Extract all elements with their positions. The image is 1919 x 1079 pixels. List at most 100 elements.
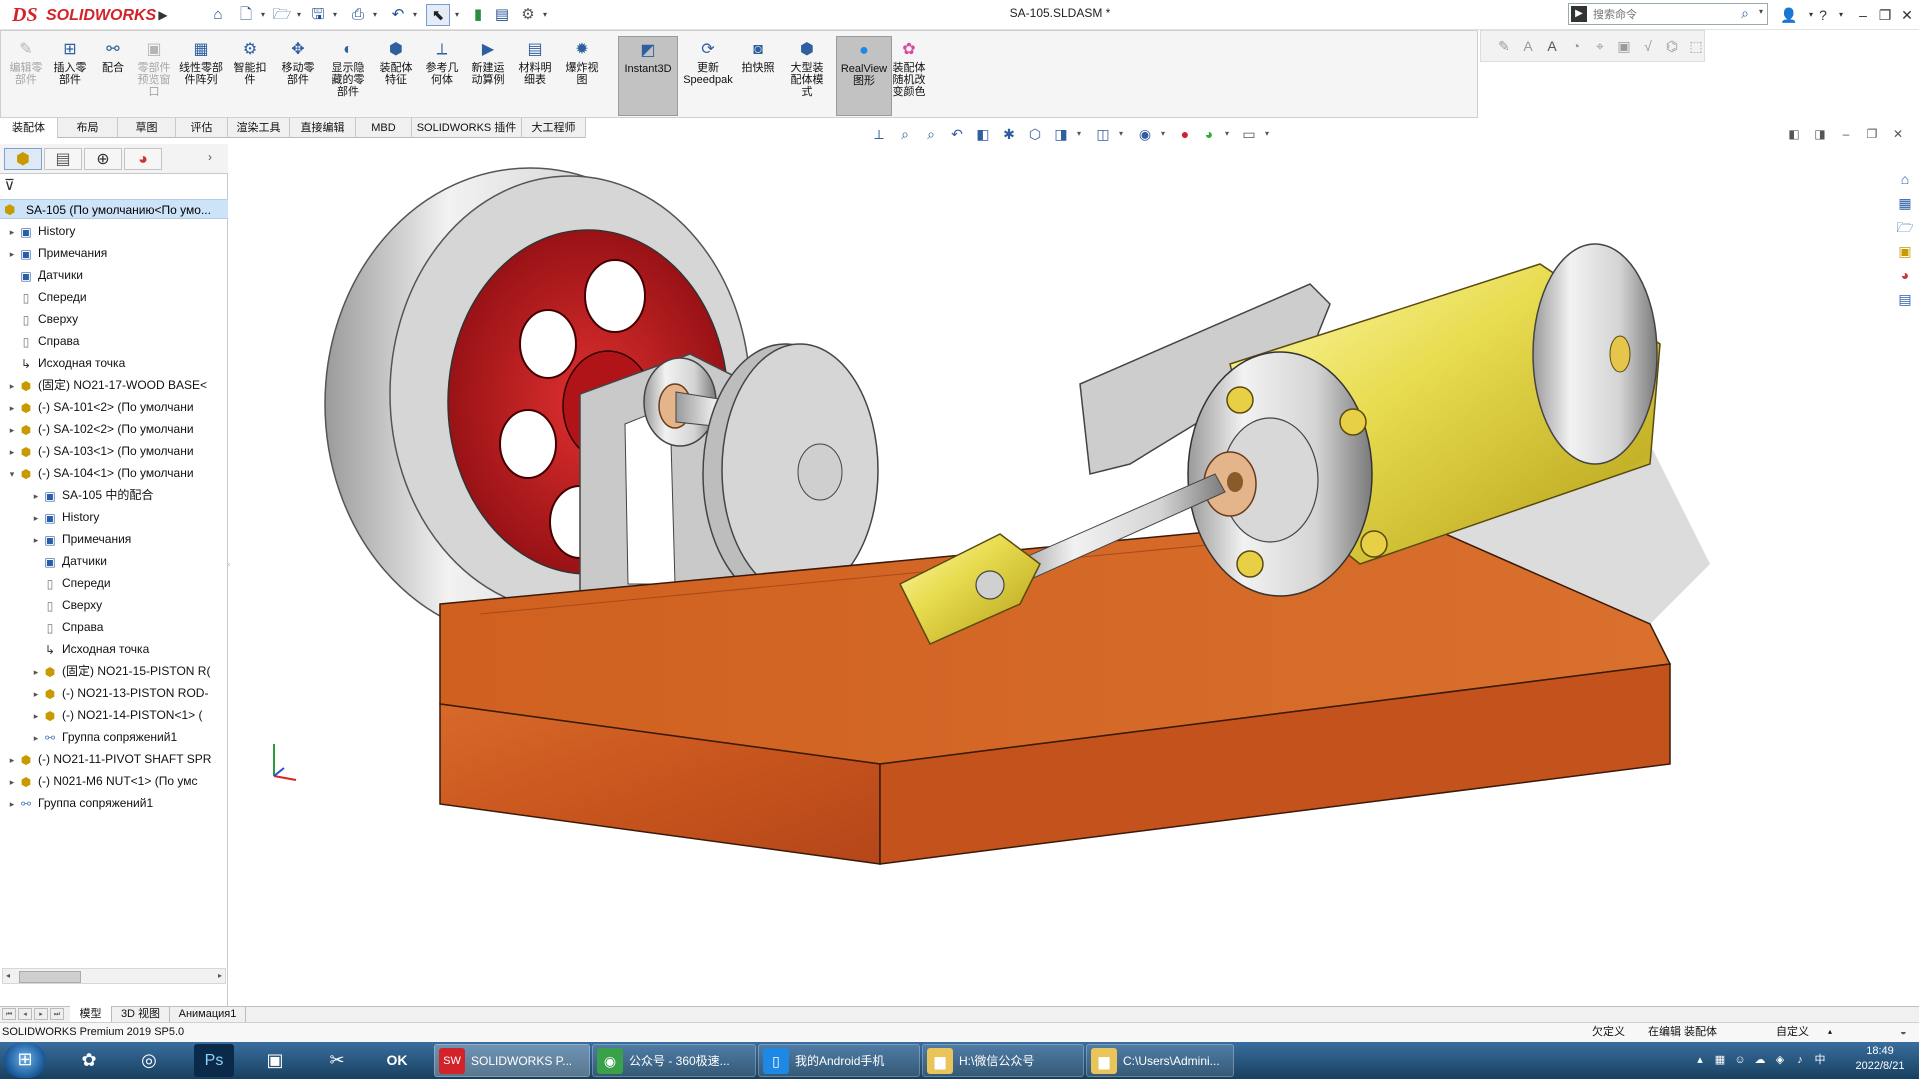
tree-item[interactable]: ▸ ▣ SA-105 中的配合 xyxy=(30,484,226,506)
pinned-app-icon-1[interactable]: ✿ xyxy=(64,1044,114,1077)
search-icon[interactable]: ⌕ xyxy=(1741,5,1749,22)
tree-item[interactable]: ▯ Справа xyxy=(6,330,226,352)
bottom-tab-2[interactable]: Анимация1 xyxy=(170,1006,246,1022)
cmd-button-13[interactable]: ◩ Instant3D xyxy=(618,36,678,116)
tree-item[interactable]: ▸ ⬢ (-) SA-103<1> (По умолчани xyxy=(6,440,226,462)
realview-scene-icon[interactable]: ◕ xyxy=(1198,124,1220,144)
expand-toggle-icon[interactable]: ▸ xyxy=(30,705,42,726)
tree-item[interactable]: ▾ ⬢ (-) SA-104<1> (По умолчани xyxy=(6,462,226,484)
cmd-button-5[interactable]: ⚙ 智能扣 件 xyxy=(228,36,272,116)
cmd-button-15[interactable]: ◙ 拍快照 xyxy=(738,36,778,116)
scene-dropdown-icon[interactable]: ▾ xyxy=(1222,124,1232,144)
panel-expand-icon[interactable]: › xyxy=(208,150,222,170)
text-icon[interactable]: A xyxy=(1542,36,1562,56)
new-document-icon[interactable]: 🗋 xyxy=(234,4,258,26)
display-style-dropdown-icon[interactable]: ▾ xyxy=(1074,124,1084,144)
viewport-minimize-icon[interactable]: – xyxy=(1836,124,1856,144)
restore-window-icon[interactable]: ❐ xyxy=(1874,4,1896,26)
dynamic-annotation-icon[interactable]: ✱ xyxy=(998,124,1020,144)
new-dropdown-icon[interactable]: ▾ xyxy=(258,4,268,26)
tree-item[interactable]: ▸ ⬢ (-) N021-M6 NUT<1> (По умс xyxy=(6,770,226,792)
tray-cloud-icon[interactable]: ☁ xyxy=(1752,1052,1768,1068)
scroll-left-icon[interactable]: ◂ xyxy=(6,969,10,983)
unit-system[interactable]: 自定义 xyxy=(1776,1024,1809,1040)
tree-item[interactable]: ▸ ⬢ (-) NO21-13-PISTON ROD- xyxy=(30,682,226,704)
cmd-button-12[interactable]: ✹ 爆炸视 图 xyxy=(560,36,604,116)
cmd-button-8[interactable]: ⬢ 装配体 特征 xyxy=(374,36,418,116)
tree-item[interactable]: ▸ ▣ Примечания xyxy=(6,242,226,264)
select-arrow-icon[interactable]: ⬉ xyxy=(426,4,450,26)
expand-toggle-icon[interactable]: ▸ xyxy=(6,375,18,396)
solidworks-logo[interactable]: DS SOLIDWORKS xyxy=(4,2,156,28)
photoshop-icon[interactable]: Ps xyxy=(194,1044,234,1077)
tree-item[interactable]: ▸ ⬢ (固定) NO21-15-PISTON R( xyxy=(30,660,226,682)
display-style-icon[interactable]: ◨ xyxy=(1050,124,1072,144)
tray-qq-icon[interactable]: ☺ xyxy=(1732,1052,1748,1068)
pinned-photo-icon[interactable]: ▣ xyxy=(250,1044,300,1077)
pinned-tool-icon[interactable]: ✂ xyxy=(312,1044,362,1077)
tree-item[interactable]: ▸ ⬢ (固定) NO21-17-WOOD BASE< xyxy=(6,374,226,396)
appearances-icon[interactable]: ◕ xyxy=(1894,264,1916,286)
filter-icon[interactable]: ⊽ xyxy=(4,176,34,196)
user-account-icon[interactable]: 👤 xyxy=(1778,4,1800,26)
print-icon[interactable]: ⎙ xyxy=(346,4,370,26)
expand-toggle-icon[interactable]: ▸ xyxy=(30,661,42,682)
tree-item[interactable]: ▸ ⬢ (-) SA-102<2> (По умолчани xyxy=(6,418,226,440)
expand-toggle-icon[interactable]: ▸ xyxy=(6,749,18,770)
expand-toggle-icon[interactable]: ▸ xyxy=(6,221,18,242)
expand-toggle-icon[interactable]: ▸ xyxy=(30,529,42,550)
undo-icon[interactable]: ↶ xyxy=(386,4,410,26)
tree-item[interactable]: ↳ Исходная точка xyxy=(6,352,226,374)
start-button[interactable]: ⊞ xyxy=(4,1043,46,1078)
options-dropdown-icon[interactable]: ▾ xyxy=(540,4,550,26)
pinned-app-icon-2[interactable]: OK xyxy=(372,1044,422,1077)
tab-2[interactable]: 草图 xyxy=(118,118,176,138)
edit-appearance-icon[interactable]: ◉ xyxy=(1134,124,1156,144)
minimize-window-icon[interactable]: – xyxy=(1852,4,1874,26)
tray-speaker-icon[interactable]: ♪ xyxy=(1792,1052,1808,1068)
tab-prev-icon[interactable]: ◂ xyxy=(18,1008,32,1020)
expand-toggle-icon[interactable]: ▾ xyxy=(6,463,18,484)
print-dropdown-icon[interactable]: ▾ xyxy=(370,4,380,26)
tab-1[interactable]: 布局 xyxy=(58,118,118,138)
cmd-button-14[interactable]: ⟳ 更新 Speedpak xyxy=(680,36,736,116)
expand-toggle-icon[interactable]: ▸ xyxy=(6,397,18,418)
rebuild-icon[interactable]: ▮ xyxy=(466,4,490,26)
expand-toggle-icon[interactable]: ▸ xyxy=(6,441,18,462)
hide-show-items-icon[interactable]: ◫ xyxy=(1092,124,1114,144)
menu-expand-icon[interactable]: ▶ xyxy=(156,4,170,26)
expand-toggle-icon[interactable]: ▸ xyxy=(6,243,18,264)
taskbar-window-0[interactable]: SW SOLIDWORKS P... xyxy=(434,1044,590,1077)
tray-expand-icon[interactable]: ▴ xyxy=(1692,1052,1708,1068)
options-gear-icon[interactable]: ⚙ xyxy=(516,4,540,26)
view-settings-dropdown-icon[interactable]: ▾ xyxy=(1262,124,1272,144)
cmd-button-3[interactable]: ▣ 零部件 预览窗 口 xyxy=(134,36,174,116)
tree-item[interactable]: ▯ Сверху xyxy=(30,594,226,616)
hide-show-dropdown-icon[interactable]: ▾ xyxy=(1116,124,1126,144)
tree-item[interactable]: ▸ ▣ Примечания xyxy=(30,528,226,550)
tab-5[interactable]: 直接编辑 xyxy=(290,118,356,138)
tree-item[interactable]: ▸ ▣ History xyxy=(30,506,226,528)
view-cube-icon[interactable]: ⬡ xyxy=(1024,124,1046,144)
undo-dropdown-icon[interactable]: ▾ xyxy=(410,4,420,26)
search-mode-icon[interactable]: ▶ xyxy=(1571,6,1587,22)
display-manager-tab-icon[interactable]: ◕ xyxy=(124,148,162,170)
cmd-button-11[interactable]: ▤ 材料明 细表 xyxy=(512,36,558,116)
select-dropdown-icon[interactable]: ▾ xyxy=(452,4,462,26)
tray-antivirus-icon[interactable]: ◈ xyxy=(1772,1052,1788,1068)
tray-network-icon[interactable]: ▦ xyxy=(1712,1052,1728,1068)
cmd-button-10[interactable]: ▶ 新建运 动算例 xyxy=(466,36,510,116)
tray-ime-icon[interactable]: 中 xyxy=(1812,1052,1828,1068)
view-settings-icon[interactable]: ▭ xyxy=(1238,124,1260,144)
zoom-to-fit-icon[interactable]: ⌕ xyxy=(894,124,916,144)
file-explorer-icon[interactable]: 🗁 xyxy=(1894,216,1916,238)
tree-item[interactable]: ▯ Спереди xyxy=(6,286,226,308)
tab-0[interactable]: 装配体 xyxy=(0,118,58,138)
help-dropdown-icon[interactable]: ▾ xyxy=(1830,4,1852,26)
search-commands-box[interactable]: ▶ ⌕ ▾ xyxy=(1568,3,1768,25)
scene-icon[interactable]: ● xyxy=(1174,124,1196,144)
tab-next-icon[interactable]: ▸ xyxy=(34,1008,48,1020)
viewport-close-icon[interactable]: ✕ xyxy=(1888,124,1908,144)
home-icon[interactable]: ⌂ xyxy=(206,4,230,26)
cmd-button-6[interactable]: ✥ 移动零 部件 xyxy=(274,36,322,116)
